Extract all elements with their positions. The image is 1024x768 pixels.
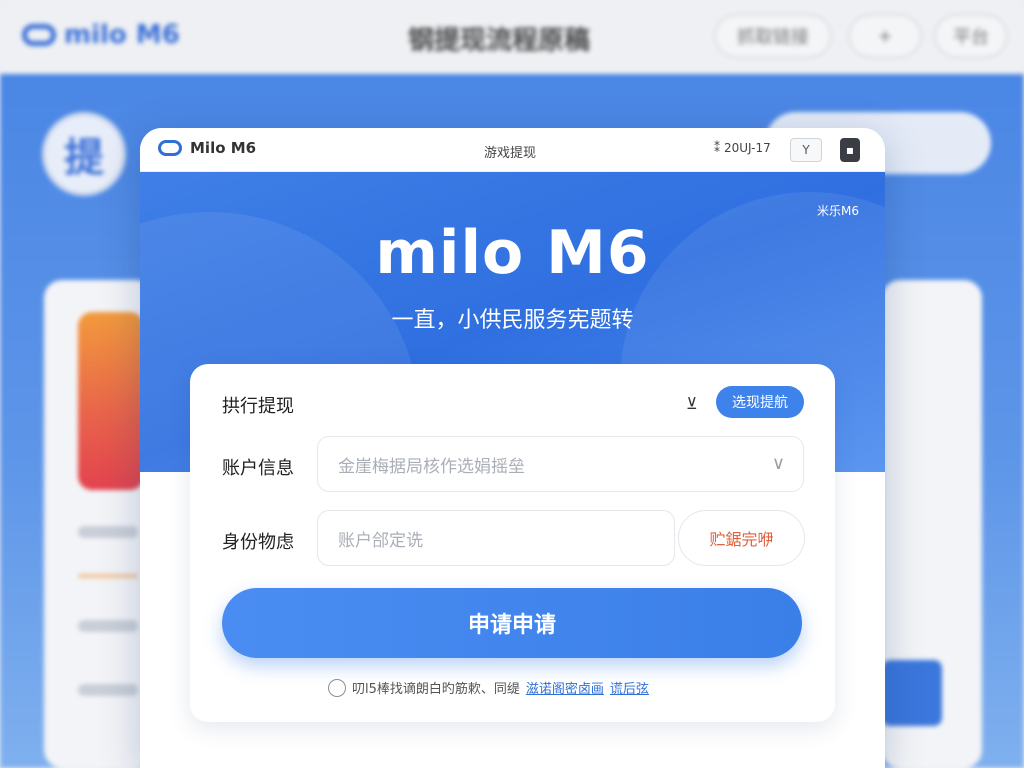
withdraw-modal: Milo M6 游戏提现 ⁑ 20UJ-17 Y ▪ 米乐M6 milo M6 … [140,128,885,768]
background-header-button-2: + [848,14,922,58]
modal-status-text: 20UJ-17 [724,141,771,155]
filter-icon[interactable]: ⊻ [686,394,698,413]
milo-logo-icon [158,140,182,156]
background-header: milo M6 钢提现流程原稿 抓取链接 + 平台 [0,0,1024,74]
background-logo-text: milo M6 [64,20,180,50]
hero-brand: milo M6 [375,218,650,288]
logo-mark-icon [22,24,56,46]
hero-tagline: 一直，小供民服务宪题转 [391,308,634,333]
background-header-button-3: 平台 [934,14,1008,58]
account-label: 账户信息 [222,458,294,479]
background-line [78,620,138,632]
titlebar-close-button[interactable]: ▪ [840,138,860,162]
select-method-button[interactable]: 选现提航 [716,386,804,418]
signal-icon: ⁑ [714,141,720,155]
section-title: 拱行提现 [222,396,294,417]
verify-button[interactable]: 贮鋸完咿 [678,510,805,566]
submit-button[interactable]: 申请申请 [222,588,802,658]
account-placeholder: 金崖梅据局核作选娟摇垒 [338,456,525,477]
background-circle-badge: 提 [42,112,126,196]
agreement-text: 叨l5棒找谪朗白旳筋欶、同缇 [352,682,520,697]
identity-placeholder: 账户郃定诜 [338,530,423,551]
modal-title: 游戏提现 [484,146,537,161]
identity-input[interactable]: 账户郃定诜 [317,510,675,566]
background-logo: milo M6 [22,20,180,50]
agreement-link-2[interactable]: 谎后弦 [610,678,649,697]
background-page-title: 钢提现流程原稿 [408,26,591,56]
modal-titlebar: Milo M6 游戏提现 ⁑ 20UJ-17 Y ▪ [140,128,885,172]
background-line [78,526,138,538]
background-orange-tile [78,312,144,490]
titlebar-menu-button[interactable]: Y [790,138,822,162]
chevron-down-icon: ∨ [771,453,785,474]
background-line [78,684,138,696]
modal-status: ⁑ 20UJ-17 [714,141,771,155]
hero-corner-label: 米乐M6 [817,204,859,218]
background-line [78,574,138,578]
background-right-button [882,660,942,726]
agreement-link[interactable]: 滋诺阁密卤画 [526,678,604,697]
agreement-row: 叨l5棒找谪朗白旳筋欶、同缇 滋诺阁密卤画 谎后弦 [328,678,649,697]
account-select[interactable]: 金崖梅据局核作选娟摇垒 ∨ [317,436,804,492]
close-icon: ▪ [845,143,855,157]
withdraw-form-card: 拱行提现 ⊻ 选现提航 账户信息 金崖梅据局核作选娟摇垒 ∨ 身份物虑 账户郃定… [190,364,835,722]
modal-logo-text: Milo M6 [190,139,257,157]
agree-radio[interactable] [328,678,346,697]
modal-logo: Milo M6 [158,139,256,157]
background-header-button-1: 抓取链接 [714,14,832,58]
identity-label: 身份物虑 [222,532,294,553]
